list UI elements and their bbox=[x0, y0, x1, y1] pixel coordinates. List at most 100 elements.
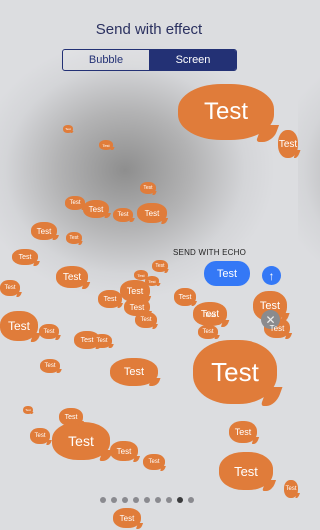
echo-bubble-label: Test bbox=[137, 272, 145, 278]
echo-bubble-label: Test bbox=[69, 200, 81, 206]
echo-bubble-label: Test bbox=[44, 363, 56, 369]
echo-bubble-label: Test bbox=[202, 329, 214, 335]
echo-bubble-label: Test bbox=[65, 127, 71, 131]
echo-bubble: Test bbox=[174, 288, 196, 306]
echo-bubble-label: Test bbox=[80, 336, 94, 344]
arrow-up-icon: ↑ bbox=[268, 268, 275, 283]
echo-bubble-label: Test bbox=[34, 433, 46, 439]
echo-bubble-label: Test bbox=[123, 366, 145, 378]
echo-bubble-label: Test bbox=[102, 142, 110, 148]
page-dot[interactable] bbox=[144, 497, 150, 503]
echo-bubble-label: Test bbox=[285, 486, 297, 492]
tab-bubble[interactable]: Bubble bbox=[63, 50, 150, 70]
echo-bubble: Test bbox=[0, 280, 20, 296]
echo-bubble: Test bbox=[110, 358, 158, 386]
echo-bubble: Test bbox=[229, 421, 257, 443]
cancel-button[interactable]: ✕ bbox=[261, 310, 280, 329]
echo-bubble: Test bbox=[98, 290, 122, 308]
echo-bubble: Test bbox=[31, 222, 57, 240]
page-dot[interactable] bbox=[100, 497, 106, 503]
echo-bubble: Test bbox=[52, 422, 110, 460]
echo-bubble: Test bbox=[143, 454, 165, 470]
echo-bubble-label: Test bbox=[36, 226, 52, 236]
echo-bubble: Test bbox=[113, 508, 141, 528]
echo-bubble-label: Test bbox=[43, 328, 55, 335]
echo-bubble-label: Test bbox=[234, 463, 258, 479]
tab-screen[interactable]: Screen bbox=[150, 50, 236, 70]
page-dot[interactable] bbox=[166, 497, 172, 503]
echo-bubble-label: Test bbox=[103, 295, 117, 303]
echo-effect-bubbles: Test Test Test Test Test Test Test Test Test Test… bbox=[0, 0, 298, 530]
message-preview-bubble: Test bbox=[204, 261, 250, 286]
echo-bubble: Test bbox=[59, 408, 83, 426]
echo-bubble-label: Test bbox=[4, 285, 16, 291]
echo-bubble-label: Test bbox=[119, 513, 135, 523]
echo-bubble: Test bbox=[219, 452, 273, 490]
echo-bubble-label: Test bbox=[129, 302, 145, 312]
echo-bubble-label: Test bbox=[234, 427, 252, 437]
echo-bubble: Test bbox=[120, 280, 150, 302]
echo-bubble-label: Test bbox=[140, 317, 152, 323]
send-button[interactable]: ↑ bbox=[262, 266, 281, 285]
echo-bubble-label: Test bbox=[88, 204, 104, 214]
echo-bubble: Test bbox=[113, 208, 133, 222]
effect-name-label: SEND WITH ECHO bbox=[173, 248, 247, 257]
echo-bubble: Test bbox=[40, 359, 60, 373]
echo-bubble-label: Test bbox=[211, 356, 259, 387]
echo-bubble: Test bbox=[83, 200, 109, 218]
page-dot[interactable] bbox=[111, 497, 117, 503]
page-dot[interactable] bbox=[177, 497, 183, 503]
echo-bubble-label: Test bbox=[117, 212, 129, 218]
echo-bubble: Test bbox=[56, 266, 88, 288]
echo-bubble-label: Test bbox=[69, 235, 79, 241]
echo-bubble: Test bbox=[140, 182, 156, 194]
echo-bubble-label: Test bbox=[143, 185, 153, 191]
echo-bubble: Test bbox=[284, 480, 298, 498]
echo-bubble: Test bbox=[198, 308, 222, 324]
page-dot[interactable] bbox=[122, 497, 128, 503]
echo-bubble-label: Test bbox=[126, 286, 144, 296]
echo-bubble: Test bbox=[278, 130, 298, 158]
echo-bubble: Test bbox=[99, 140, 113, 150]
echo-bubble-label: Test bbox=[96, 338, 108, 344]
echo-bubble-label: Test bbox=[25, 408, 31, 412]
page-indicator[interactable] bbox=[100, 497, 194, 503]
echo-bubble-label: Test bbox=[148, 278, 156, 284]
echo-bubble: Test bbox=[145, 276, 159, 286]
effect-type-segmented-control[interactable]: Bubble Screen bbox=[62, 49, 237, 71]
echo-bubble-label: Test bbox=[178, 293, 192, 301]
echo-bubble: Test bbox=[65, 196, 85, 210]
echo-bubble: Test bbox=[39, 324, 59, 339]
echo-bubble: Test bbox=[63, 125, 73, 133]
page-dot[interactable] bbox=[133, 497, 139, 503]
page-dot[interactable] bbox=[155, 497, 161, 503]
echo-bubble: Test bbox=[137, 203, 167, 223]
echo-bubble: Test bbox=[66, 232, 82, 244]
echo-bubble: Test bbox=[74, 331, 100, 349]
echo-bubble: Test bbox=[135, 312, 157, 328]
echo-bubble: Test bbox=[12, 249, 38, 265]
echo-bubble-label: Test bbox=[155, 263, 165, 269]
page-dot[interactable] bbox=[188, 497, 194, 503]
echo-bubble: Test bbox=[198, 325, 218, 339]
echo-bubble-label: Test bbox=[148, 459, 160, 465]
echo-bubble: Test bbox=[124, 298, 150, 316]
echo-bubble: Test bbox=[30, 428, 50, 444]
echo-bubble-label: Test bbox=[204, 313, 216, 319]
echo-bubble-label: Test bbox=[68, 433, 94, 449]
close-icon: ✕ bbox=[265, 312, 276, 327]
echo-bubble-label: Test bbox=[7, 319, 30, 333]
echo-bubble-label: Test bbox=[116, 446, 132, 456]
page-title: Send with effect bbox=[95, 21, 203, 38]
echo-bubble-label: Test bbox=[203, 98, 248, 125]
echo-bubble: Test bbox=[92, 334, 112, 348]
echo-bubble-label: Test bbox=[62, 271, 82, 283]
echo-bubble-label: Test bbox=[144, 208, 160, 218]
echo-bubble: Test bbox=[134, 270, 148, 280]
echo-bubble: Test bbox=[0, 311, 38, 341]
echo-bubble: Test bbox=[178, 84, 274, 140]
echo-bubble: Test bbox=[23, 406, 33, 414]
echo-bubble: Test bbox=[193, 340, 277, 404]
echo-bubble: Test bbox=[193, 302, 227, 326]
echo-bubble-label: Test bbox=[18, 253, 32, 261]
